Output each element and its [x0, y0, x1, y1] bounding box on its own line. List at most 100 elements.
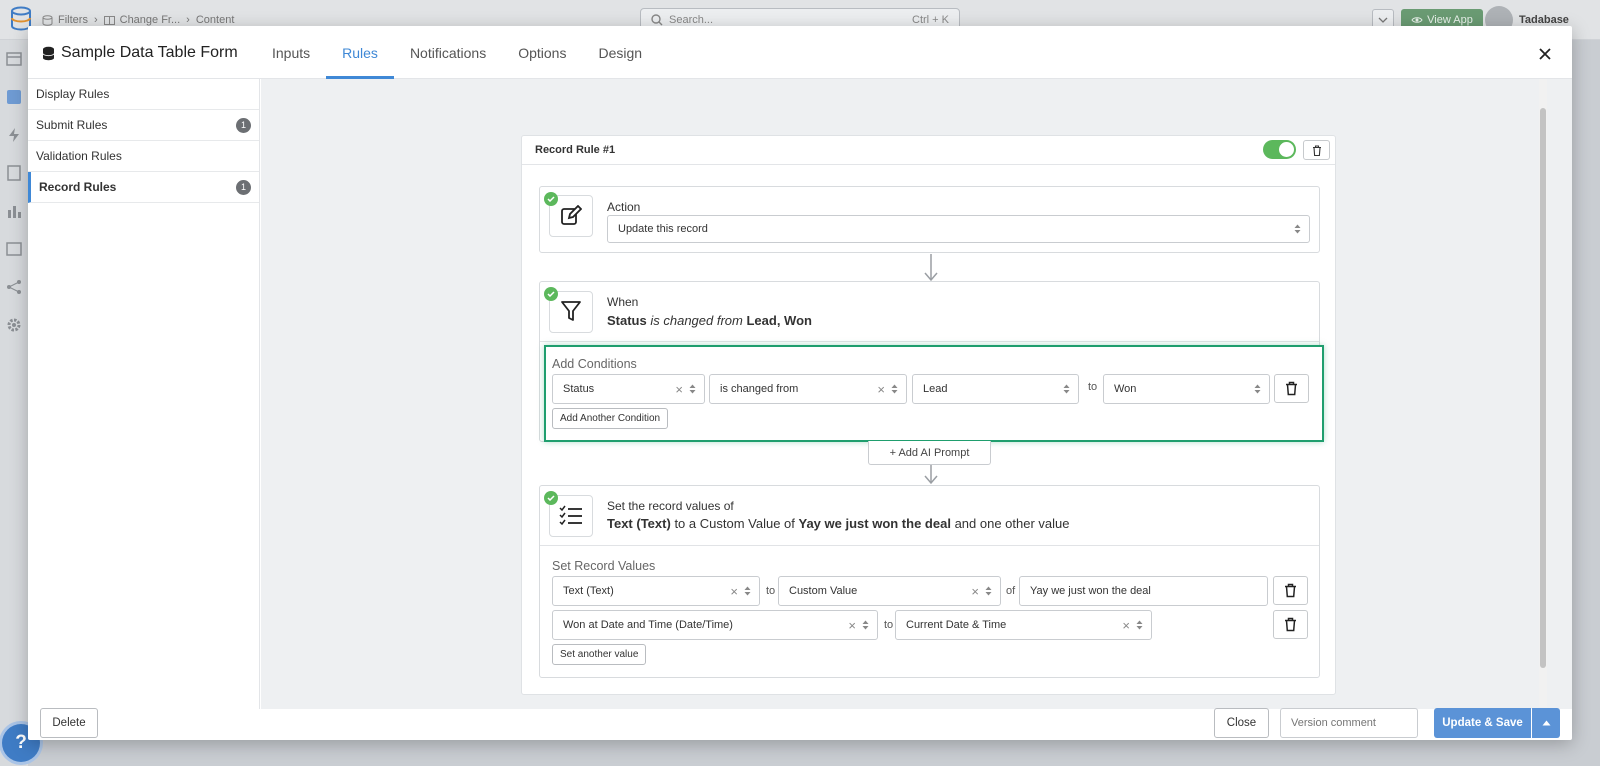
rule-title: Record Rule #1: [535, 144, 616, 156]
condition-operator-select[interactable]: is changed from ×: [709, 374, 907, 404]
database-icon: [42, 46, 55, 60]
select-arrows-icon: [689, 384, 696, 394]
delete-condition-button[interactable]: [1274, 374, 1309, 403]
database-icon: [42, 14, 53, 26]
modal-tabs: Inputs Rules Notifications Options Desig…: [256, 26, 658, 79]
modal-title: Sample Data Table Form: [42, 44, 238, 62]
chevron-right-icon: ›: [93, 14, 98, 26]
tab-inputs[interactable]: Inputs: [256, 26, 326, 79]
eye-icon: [1411, 17, 1423, 23]
tab-rules[interactable]: Rules: [326, 26, 394, 79]
delete-rule-button[interactable]: [1303, 140, 1330, 160]
chevron-right-icon: ›: [186, 14, 190, 26]
action-select[interactable]: Update this record: [607, 215, 1310, 243]
trash-icon: [1312, 144, 1321, 156]
conditions-section: Add Conditions Status × is changed from …: [544, 345, 1324, 442]
select-arrows-icon: [1294, 224, 1301, 234]
select-arrows-icon: [1063, 384, 1070, 394]
value-type-select[interactable]: Custom Value ×: [778, 576, 1001, 606]
sidebar-item-validation-rules[interactable]: Validation Rules: [28, 141, 259, 172]
select-arrows-icon: [985, 586, 992, 596]
select-arrows-icon: [891, 384, 898, 394]
sidebar-item-display-rules[interactable]: Display Rules: [28, 79, 259, 110]
clear-icon[interactable]: ×: [971, 584, 979, 599]
condition-from-value-select[interactable]: Lead: [912, 374, 1079, 404]
delete-value-button[interactable]: [1273, 576, 1308, 605]
add-another-condition-button[interactable]: Add Another Condition: [552, 408, 669, 429]
set-record-values-label: Set Record Values: [552, 559, 656, 573]
chart-icon[interactable]: [0, 192, 28, 230]
close-button[interactable]: Close: [1214, 708, 1269, 738]
value-type-select[interactable]: Current Date & Time ×: [895, 610, 1152, 640]
to-label: to: [884, 619, 894, 631]
close-icon[interactable]: [1535, 44, 1555, 64]
user-name: Tadabase: [1519, 14, 1569, 26]
value-field-select[interactable]: Text (Text) ×: [552, 576, 760, 606]
add-ai-prompt-button[interactable]: + Add AI Prompt: [868, 441, 991, 465]
trash-icon: [1285, 583, 1296, 598]
check-icon: [544, 287, 558, 301]
of-label: of: [1006, 585, 1016, 597]
search-icon: [651, 14, 663, 26]
value-field-select[interactable]: Won at Date and Time (Date/Time) ×: [552, 610, 878, 640]
connector-arrow-icon: [923, 254, 939, 282]
add-conditions-label: Add Conditions: [552, 357, 637, 371]
tab-options[interactable]: Options: [502, 26, 582, 79]
sidebar-item-submit-rules[interactable]: Submit Rules 1: [28, 110, 259, 141]
set-values-label: Set the record values of: [607, 499, 734, 513]
caret-up-icon: [1542, 720, 1550, 726]
form-settings-modal: Sample Data Table Form Inputs Rules Noti…: [28, 26, 1572, 740]
delete-value-button[interactable]: [1273, 610, 1308, 639]
integrations-icon[interactable]: [0, 268, 28, 306]
data-icon[interactable]: [0, 40, 28, 78]
trash-icon: [1285, 617, 1296, 632]
check-icon: [544, 192, 558, 206]
to-label: to: [766, 585, 776, 597]
divider: [540, 545, 1319, 546]
count-badge: 1: [236, 179, 251, 195]
clear-icon[interactable]: ×: [1122, 618, 1130, 633]
breadcrumb-item[interactable]: Filters: [42, 14, 88, 26]
chevron-down-icon: [1378, 17, 1388, 23]
breadcrumb-item[interactable]: Change Fr...: [103, 14, 180, 26]
sidebar-item-record-rules[interactable]: Record Rules 1: [28, 172, 259, 203]
set-values-block: Set the record values of Text (Text) to …: [539, 485, 1320, 678]
clear-icon[interactable]: ×: [877, 382, 885, 397]
select-arrows-icon: [862, 620, 869, 630]
pdf-icon[interactable]: [0, 154, 28, 192]
action-block: Action Update this record: [539, 186, 1320, 253]
settings-icon[interactable]: [0, 306, 28, 344]
breadcrumb-item[interactable]: Content: [196, 14, 235, 26]
clear-icon[interactable]: ×: [675, 382, 683, 397]
version-comment-input[interactable]: [1280, 708, 1418, 738]
update-save-button[interactable]: Update & Save: [1434, 708, 1531, 738]
connector-arrow-icon: [923, 465, 939, 485]
pages-icon[interactable]: [0, 78, 28, 116]
save-options-dropdown[interactable]: [1532, 708, 1560, 738]
divider: [540, 341, 1319, 342]
clear-icon[interactable]: ×: [730, 584, 738, 599]
reports-icon[interactable]: [0, 230, 28, 268]
rules-sidebar: Display Rules Submit Rules 1 Validation …: [28, 79, 260, 709]
custom-value-input[interactable]: Yay we just won the deal: [1019, 576, 1268, 606]
delete-button[interactable]: Delete: [40, 708, 98, 738]
to-label: to: [1088, 381, 1098, 393]
tab-notifications[interactable]: Notifications: [394, 26, 502, 79]
scrollbar-thumb[interactable]: [1540, 108, 1546, 668]
select-arrows-icon: [1254, 384, 1261, 394]
select-arrows-icon: [744, 586, 751, 596]
count-badge: 1: [236, 117, 251, 133]
clear-icon[interactable]: ×: [848, 618, 856, 633]
rule-enabled-toggle[interactable]: [1263, 140, 1296, 159]
set-another-value-button[interactable]: Set another value: [552, 644, 647, 665]
trash-icon: [1286, 381, 1297, 396]
condition-field-select[interactable]: Status ×: [552, 374, 705, 404]
automation-icon[interactable]: [0, 116, 28, 154]
tab-design[interactable]: Design: [582, 26, 658, 79]
search-shortcut: Ctrl + K: [912, 14, 949, 26]
select-arrows-icon: [1136, 620, 1143, 630]
search-placeholder: Search...: [669, 14, 714, 26]
condition-to-value-select[interactable]: Won: [1103, 374, 1270, 404]
action-label: Action: [607, 200, 641, 214]
set-values-summary: Text (Text) to a Custom Value of Yay we …: [607, 516, 1070, 531]
